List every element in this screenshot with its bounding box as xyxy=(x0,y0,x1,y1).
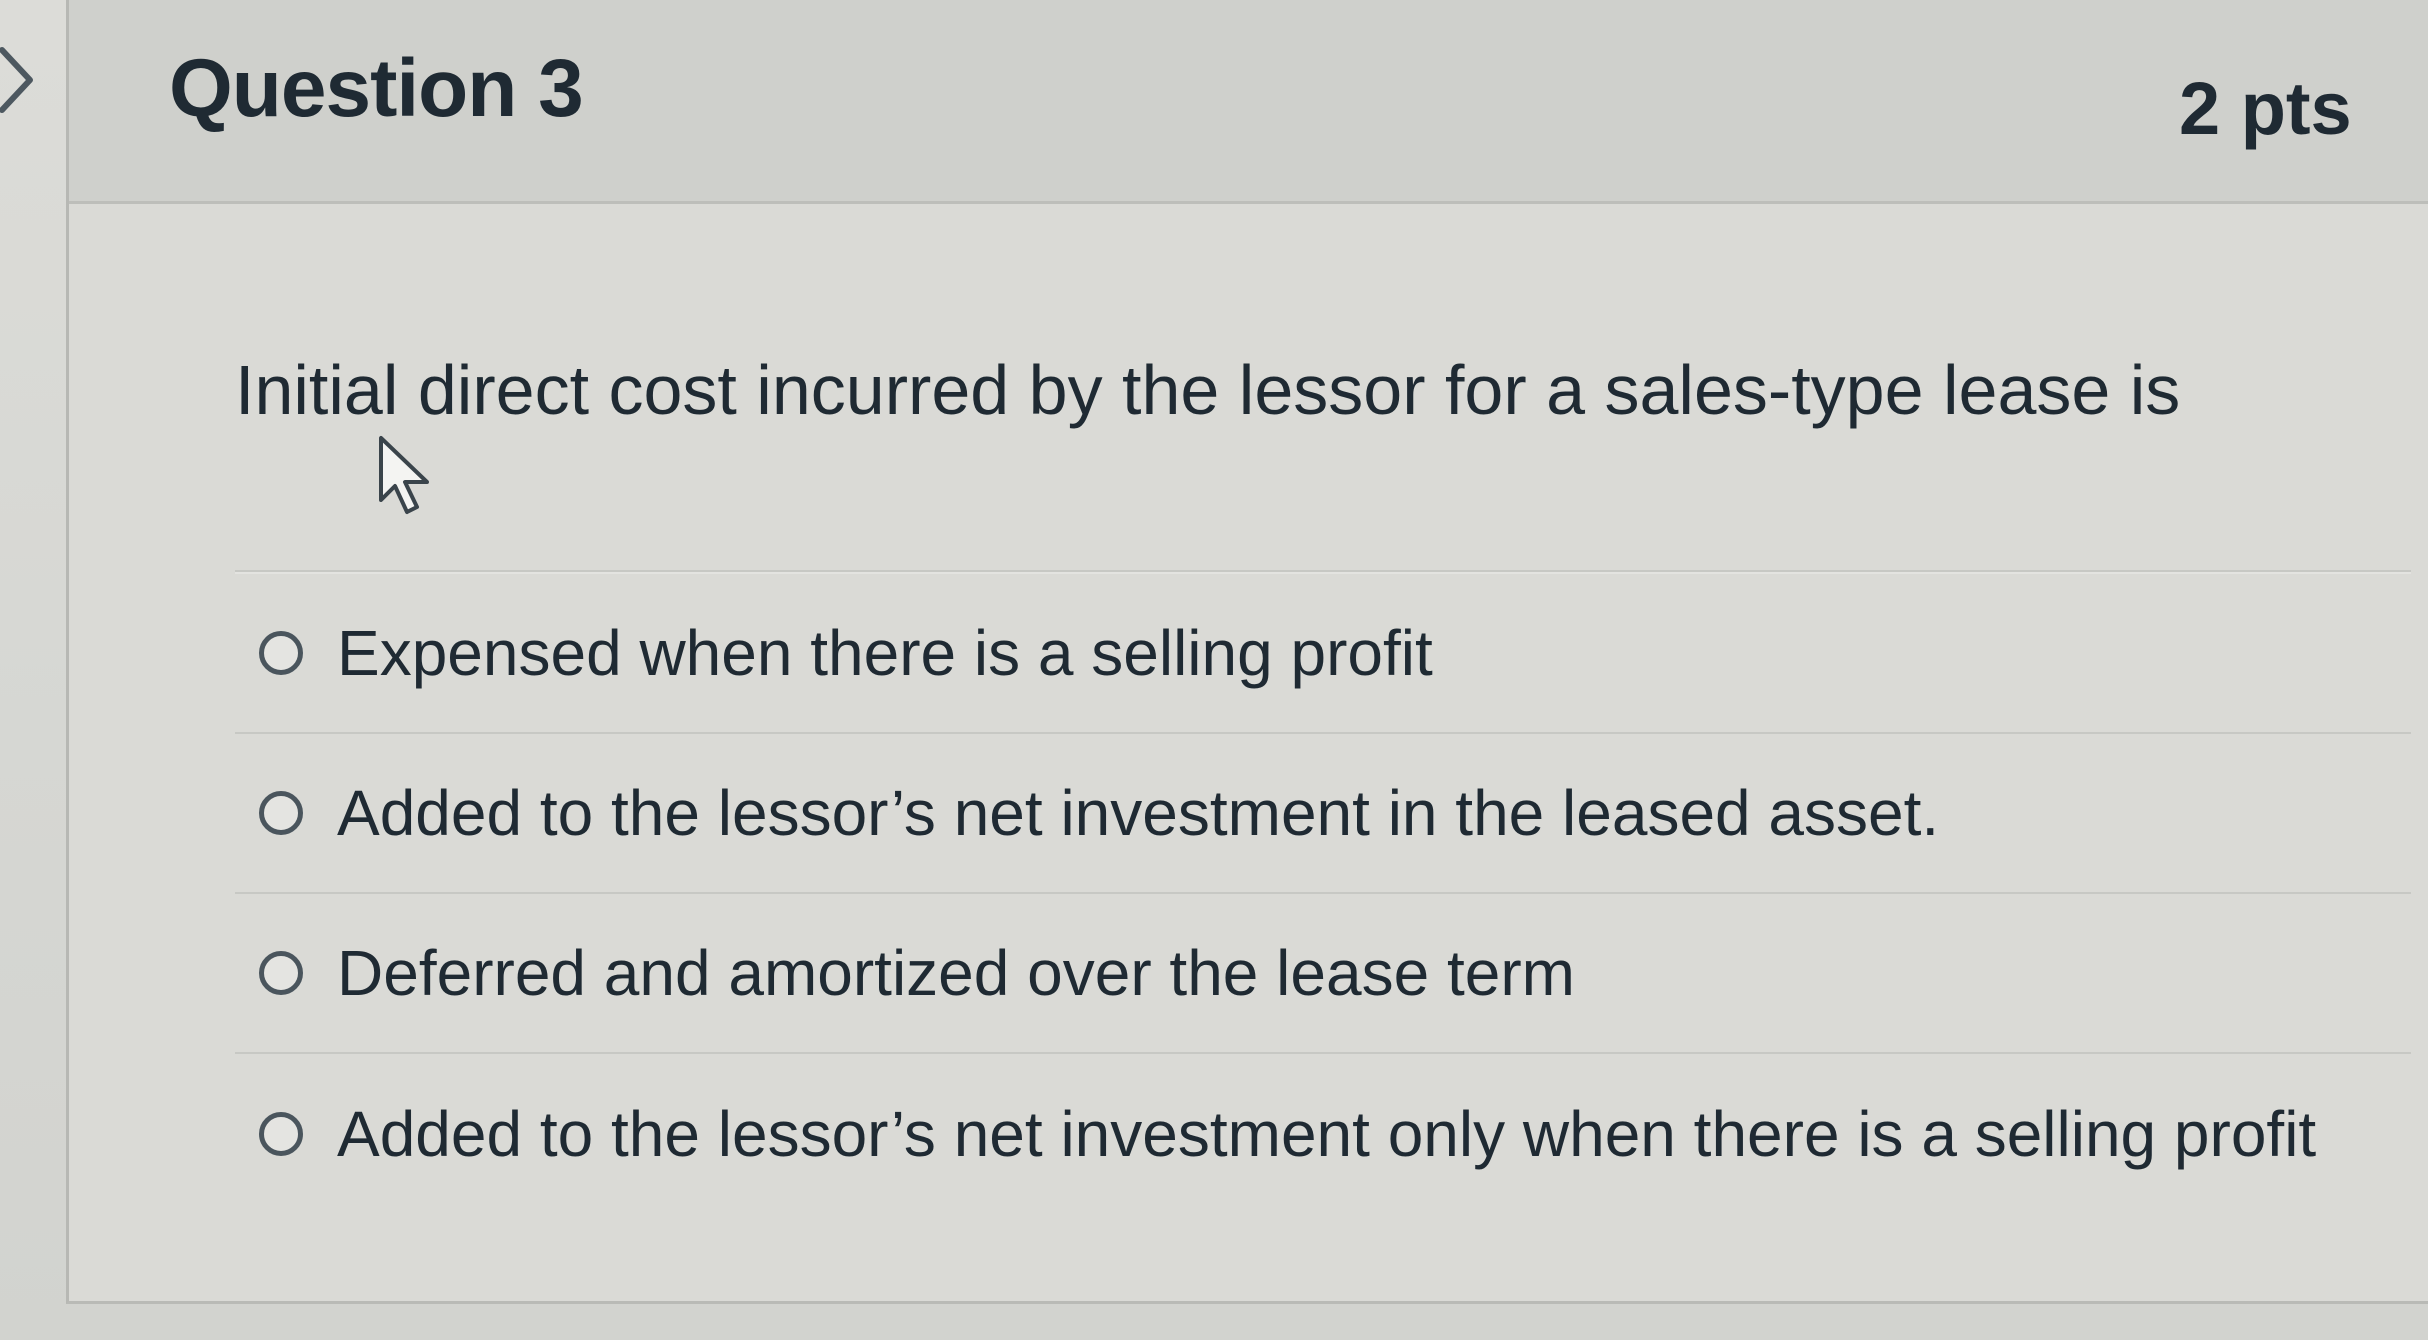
answer-label: Deferred and amortized over the lease te… xyxy=(337,937,1575,1009)
radio-button[interactable] xyxy=(259,1112,303,1156)
answer-label: Added to the lessor’s net investment in … xyxy=(337,777,1940,849)
chevron-right-icon[interactable] xyxy=(0,40,40,120)
screen: Question 3 2 pts Initial direct cost inc… xyxy=(0,0,2428,1340)
mouse-cursor-icon xyxy=(379,436,429,514)
answer-option[interactable]: Added to the lessor’s net investment in … xyxy=(235,734,2411,894)
answer-option[interactable]: Expensed when there is a selling profit xyxy=(235,574,2411,734)
answer-label: Added to the lessor’s net investment onl… xyxy=(337,1098,2317,1170)
radio-button[interactable] xyxy=(259,951,303,995)
answer-list: Expensed when there is a selling profit … xyxy=(235,570,2411,1214)
question-title: Question 3 xyxy=(169,43,584,134)
answer-option[interactable]: Deferred and amortized over the lease te… xyxy=(235,894,2411,1054)
answer-option[interactable]: Added to the lessor’s net investment onl… xyxy=(235,1054,2411,1214)
question-header: Question 3 2 pts xyxy=(69,0,2428,204)
question-card: Question 3 2 pts Initial direct cost inc… xyxy=(66,0,2428,1304)
radio-button[interactable] xyxy=(259,791,303,835)
answer-label: Expensed when there is a selling profit xyxy=(337,617,1433,689)
radio-button[interactable] xyxy=(259,631,303,675)
question-points: 2 pts xyxy=(2179,67,2352,150)
question-prompt: Initial direct cost incurred by the less… xyxy=(235,351,2181,429)
